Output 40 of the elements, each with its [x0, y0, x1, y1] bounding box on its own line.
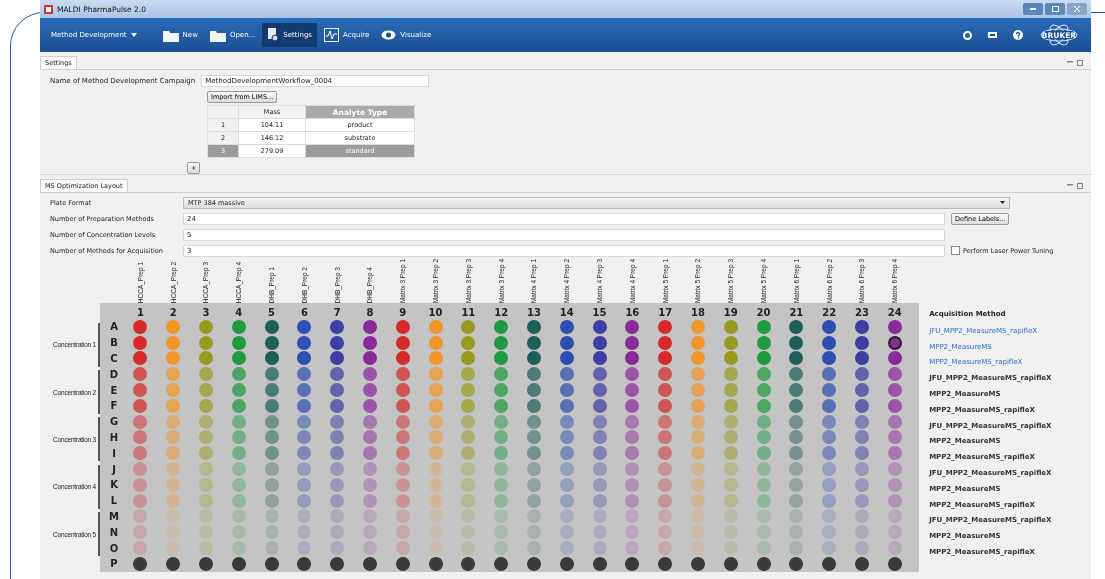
column-number: 4 [234, 306, 244, 318]
row-letter: O [108, 542, 120, 554]
row-letter: I [111, 447, 117, 459]
column-number: 24 [886, 306, 903, 318]
column-number: 11 [460, 306, 477, 318]
row-letter: G [108, 416, 120, 428]
column-number: 8 [365, 306, 375, 318]
column-number: 5 [267, 306, 277, 318]
row-letter: F [109, 400, 119, 412]
column-number: 10 [427, 306, 444, 318]
column-number: 21 [788, 306, 805, 318]
column-number: 7 [332, 306, 342, 318]
row-letter: P [109, 558, 119, 570]
row-letter: C [109, 353, 119, 364]
row-letter: B [109, 337, 119, 349]
column-number: 1 [135, 306, 145, 318]
column-number: 14 [558, 306, 575, 318]
column-number: 19 [722, 306, 739, 318]
column-number: 16 [624, 306, 641, 318]
row-letter: N [108, 526, 120, 538]
row-letter: J [110, 463, 117, 475]
row-letter: L [109, 495, 119, 507]
column-number: 22 [821, 306, 838, 318]
column-number: 15 [591, 306, 608, 318]
row-letter: K [109, 479, 119, 491]
column-number: 3 [201, 306, 211, 318]
column-number: 2 [168, 306, 178, 318]
column-number: 13 [526, 306, 542, 318]
column-number: 20 [755, 306, 772, 318]
column-number: 12 [493, 306, 510, 318]
column-number: 17 [657, 306, 674, 318]
column-number: 23 [853, 306, 870, 318]
column-number: 18 [690, 306, 706, 318]
column-number: 6 [299, 306, 309, 318]
row-letter: E [109, 384, 119, 396]
row-letter: A [109, 321, 119, 333]
row-letter: H [108, 431, 120, 443]
row-letter: M [108, 510, 120, 522]
row-letter: D [108, 368, 120, 380]
column-number: 9 [398, 306, 408, 318]
